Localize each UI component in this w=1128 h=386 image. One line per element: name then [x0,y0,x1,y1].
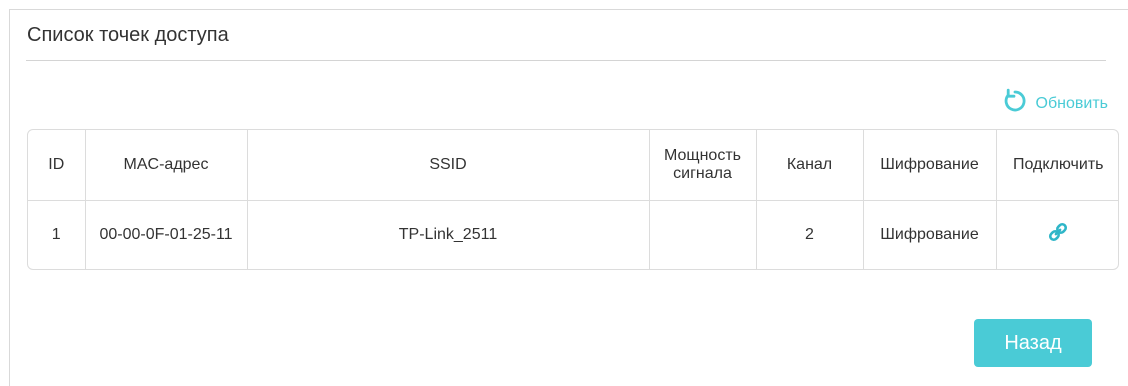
column-header-ssid: SSID [247,130,650,200]
refresh-icon [1002,88,1028,119]
column-header-connect: Подключить [1013,155,1104,173]
cell-connect [996,200,1118,269]
column-header-id: ID [28,130,86,200]
refresh-button[interactable]: Обновить [1002,88,1108,119]
access-point-table: ID MAC-адрес SSID Мощность сигнала Канал… [27,129,1119,270]
title-divider [26,60,1106,61]
cell-id: 1 [28,200,86,269]
table-row: 1 00-00-0F-01-25-11 TP-Link_2511 2 Шифро… [28,200,1118,269]
refresh-label: Обновить [1035,94,1108,112]
back-button[interactable]: Назад [974,319,1092,367]
cell-ssid: TP-Link_2511 [247,200,650,269]
cell-channel: 2 [756,200,864,269]
column-header-channel: Канал [756,130,864,200]
panel-title: Список точек доступа [27,24,229,46]
cell-signal [649,200,757,269]
link-icon [1046,220,1070,249]
column-header-mac: MAC-адрес [85,130,248,200]
cell-mac: 00-00-0F-01-25-11 [85,200,248,269]
table-header-row: ID MAC-адрес SSID Мощность сигнала Канал… [28,130,1118,200]
column-header-encryption: Шифрование [863,130,997,200]
connect-button[interactable] [1046,220,1070,249]
cell-encryption: Шифрование [863,200,997,269]
column-header-signal: Мощность сигнала [649,130,757,200]
